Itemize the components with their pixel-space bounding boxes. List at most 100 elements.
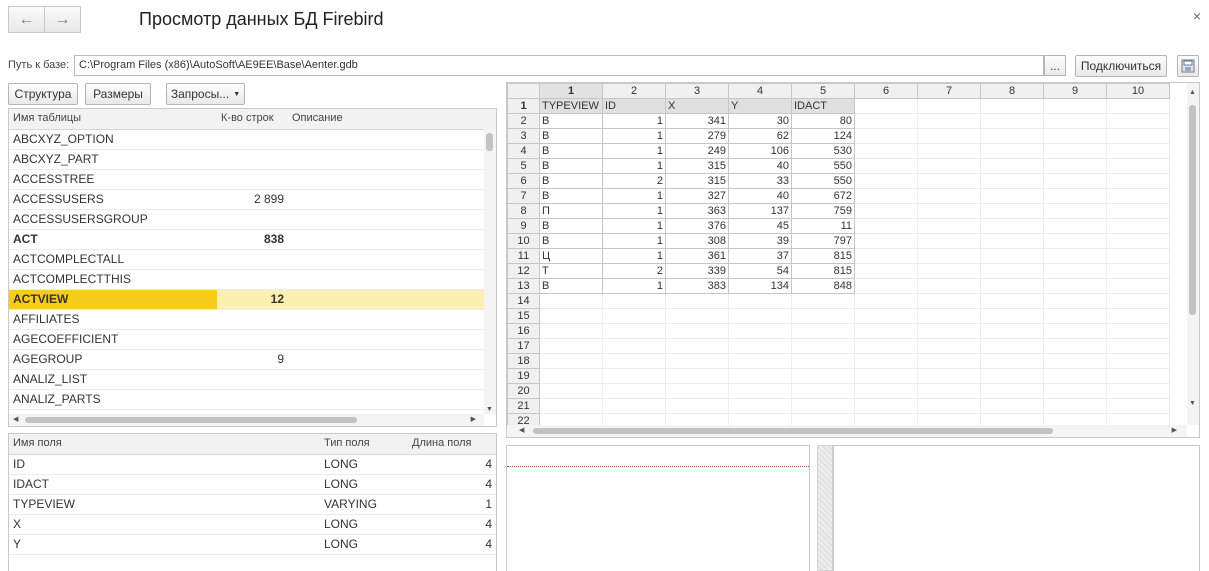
sheet-empty-cell[interactable] bbox=[665, 293, 729, 309]
sheet-empty-cell[interactable] bbox=[917, 158, 981, 174]
sheet-empty-cell[interactable] bbox=[665, 323, 729, 339]
sheet-empty-cell[interactable] bbox=[917, 203, 981, 219]
sheet-empty-cell[interactable] bbox=[980, 218, 1044, 234]
sheet-cell[interactable]: В bbox=[539, 113, 603, 129]
sheet-empty-cell[interactable] bbox=[1043, 128, 1107, 144]
sheet-empty-cell[interactable] bbox=[917, 338, 981, 354]
sheet-cell[interactable]: 315 bbox=[665, 173, 729, 189]
sheet-empty-cell[interactable] bbox=[539, 338, 603, 354]
sheet-empty-cell[interactable] bbox=[539, 383, 603, 399]
sizes-button[interactable]: Размеры bbox=[85, 83, 151, 105]
sheet-empty-cell[interactable] bbox=[1106, 173, 1170, 189]
sheet-empty-cell[interactable] bbox=[980, 248, 1044, 264]
row-number[interactable]: 18 bbox=[507, 353, 540, 369]
sheet-empty-cell[interactable] bbox=[980, 338, 1044, 354]
sheet-empty-cell[interactable] bbox=[728, 308, 792, 324]
sheet-cell[interactable]: П bbox=[539, 203, 603, 219]
sheet-empty-cell[interactable] bbox=[1106, 398, 1170, 414]
row-number[interactable]: 11 bbox=[507, 248, 540, 264]
query-editor-panel[interactable] bbox=[506, 445, 810, 571]
sheet-cell[interactable]: 530 bbox=[791, 143, 855, 159]
sheet-empty-cell[interactable] bbox=[917, 308, 981, 324]
col-header-row-count[interactable]: К-во строк bbox=[221, 112, 274, 124]
field-row[interactable]: TYPEVIEW VARYING 1 bbox=[9, 495, 496, 515]
sheet-cell[interactable]: 45 bbox=[728, 218, 792, 234]
field-row[interactable]: X LONG 4 bbox=[9, 515, 496, 535]
sheet-empty-cell[interactable] bbox=[854, 398, 918, 414]
sheet-cell[interactable]: В bbox=[539, 173, 603, 189]
row-number[interactable]: 20 bbox=[507, 383, 540, 399]
sheet-empty-cell[interactable] bbox=[854, 233, 918, 249]
sheet-empty-cell[interactable] bbox=[602, 398, 666, 414]
sheet-empty-cell[interactable] bbox=[980, 203, 1044, 219]
sheet-empty-cell[interactable] bbox=[791, 293, 855, 309]
sheet-empty-cell[interactable] bbox=[791, 368, 855, 384]
sheet-cell[interactable]: 37 bbox=[728, 248, 792, 264]
path-input[interactable]: C:\Program Files (x86)\AutoSoft\AE9EE\Ba… bbox=[74, 55, 1044, 76]
sheet-cell[interactable]: 1 bbox=[602, 203, 666, 219]
sheet-empty-cell[interactable] bbox=[1106, 233, 1170, 249]
sheet-cell[interactable]: 11 bbox=[791, 218, 855, 234]
sheet-cell[interactable]: 80 bbox=[791, 113, 855, 129]
tables-vscroll-thumb[interactable] bbox=[486, 133, 493, 151]
column-number[interactable]: 8 bbox=[980, 83, 1044, 99]
sheet-empty-cell[interactable] bbox=[980, 368, 1044, 384]
sheet-empty-cell[interactable] bbox=[854, 383, 918, 399]
sheet-empty-cell[interactable] bbox=[539, 293, 603, 309]
table-row[interactable]: ACCESSUSERS 2 899 bbox=[9, 190, 496, 210]
column-number[interactable]: 3 bbox=[665, 83, 729, 99]
connect-button[interactable]: Подключиться bbox=[1075, 55, 1167, 77]
sheet-empty-cell[interactable] bbox=[1043, 278, 1107, 294]
sheet-empty-cell[interactable] bbox=[854, 308, 918, 324]
sheet-empty-cell[interactable] bbox=[539, 353, 603, 369]
sheet-vscroll-thumb[interactable] bbox=[1189, 105, 1196, 315]
sheet-empty-cell[interactable] bbox=[1043, 233, 1107, 249]
sheet-empty-cell[interactable] bbox=[665, 398, 729, 414]
sheet-empty-cell[interactable] bbox=[1043, 158, 1107, 174]
scroll-left-icon[interactable]: ◀ bbox=[13, 415, 18, 423]
sheet-cell[interactable]: 40 bbox=[728, 158, 792, 174]
sheet-empty-cell[interactable] bbox=[917, 173, 981, 189]
row-number[interactable]: 17 bbox=[507, 338, 540, 354]
sheet-empty-cell[interactable] bbox=[917, 188, 981, 204]
sheet-hscroll-thumb[interactable] bbox=[533, 428, 1053, 434]
sheet-empty-cell[interactable] bbox=[1043, 263, 1107, 279]
sheet-cell[interactable]: 341 bbox=[665, 113, 729, 129]
col-header-description[interactable]: Описание bbox=[292, 112, 343, 124]
column-number[interactable]: 5 bbox=[791, 83, 855, 99]
sheet-cell[interactable]: Ц bbox=[539, 248, 603, 264]
row-number[interactable]: 6 bbox=[507, 173, 540, 189]
sheet-empty-cell[interactable] bbox=[1043, 248, 1107, 264]
sheet-empty-cell[interactable] bbox=[980, 278, 1044, 294]
sheet-cell[interactable]: 54 bbox=[728, 263, 792, 279]
sheet-cell[interactable]: 1 bbox=[602, 113, 666, 129]
sheet-empty-cell[interactable] bbox=[1106, 113, 1170, 129]
sheet-hscrollbar[interactable]: ◀ ▶ bbox=[507, 425, 1187, 437]
sheet-empty-cell[interactable] bbox=[917, 248, 981, 264]
sheet-cell[interactable]: 339 bbox=[665, 263, 729, 279]
sheet-empty-cell[interactable] bbox=[602, 308, 666, 324]
sheet-empty-cell[interactable] bbox=[980, 233, 1044, 249]
sheet-empty-cell[interactable] bbox=[854, 368, 918, 384]
sheet-empty-cell[interactable] bbox=[791, 398, 855, 414]
sheet-empty-cell[interactable] bbox=[854, 113, 918, 129]
sheet-cell[interactable]: 1 bbox=[602, 248, 666, 264]
sheet-cell[interactable]: 1 bbox=[602, 158, 666, 174]
sheet-empty-cell[interactable] bbox=[728, 293, 792, 309]
sheet-empty-cell[interactable] bbox=[728, 338, 792, 354]
sheet-cell[interactable]: 134 bbox=[728, 278, 792, 294]
sheet-cell[interactable]: 848 bbox=[791, 278, 855, 294]
tables-hscroll-thumb[interactable] bbox=[25, 417, 357, 423]
sheet-cell[interactable]: В bbox=[539, 233, 603, 249]
table-row[interactable]: ABCXYZ_OPTION bbox=[9, 130, 496, 150]
row-number[interactable]: 14 bbox=[507, 293, 540, 309]
sheet-empty-cell[interactable] bbox=[1043, 203, 1107, 219]
forward-button[interactable]: → bbox=[44, 6, 81, 33]
sheet-header-cell[interactable]: X bbox=[665, 98, 729, 114]
sheet-cell[interactable]: 550 bbox=[791, 158, 855, 174]
sheet-empty-cell[interactable] bbox=[791, 308, 855, 324]
sheet-empty-cell[interactable] bbox=[602, 368, 666, 384]
sheet-scroll-left-icon[interactable]: ◀ bbox=[519, 426, 524, 434]
sheet-empty-cell[interactable] bbox=[1043, 143, 1107, 159]
sheet-cell[interactable]: 1 bbox=[602, 128, 666, 144]
